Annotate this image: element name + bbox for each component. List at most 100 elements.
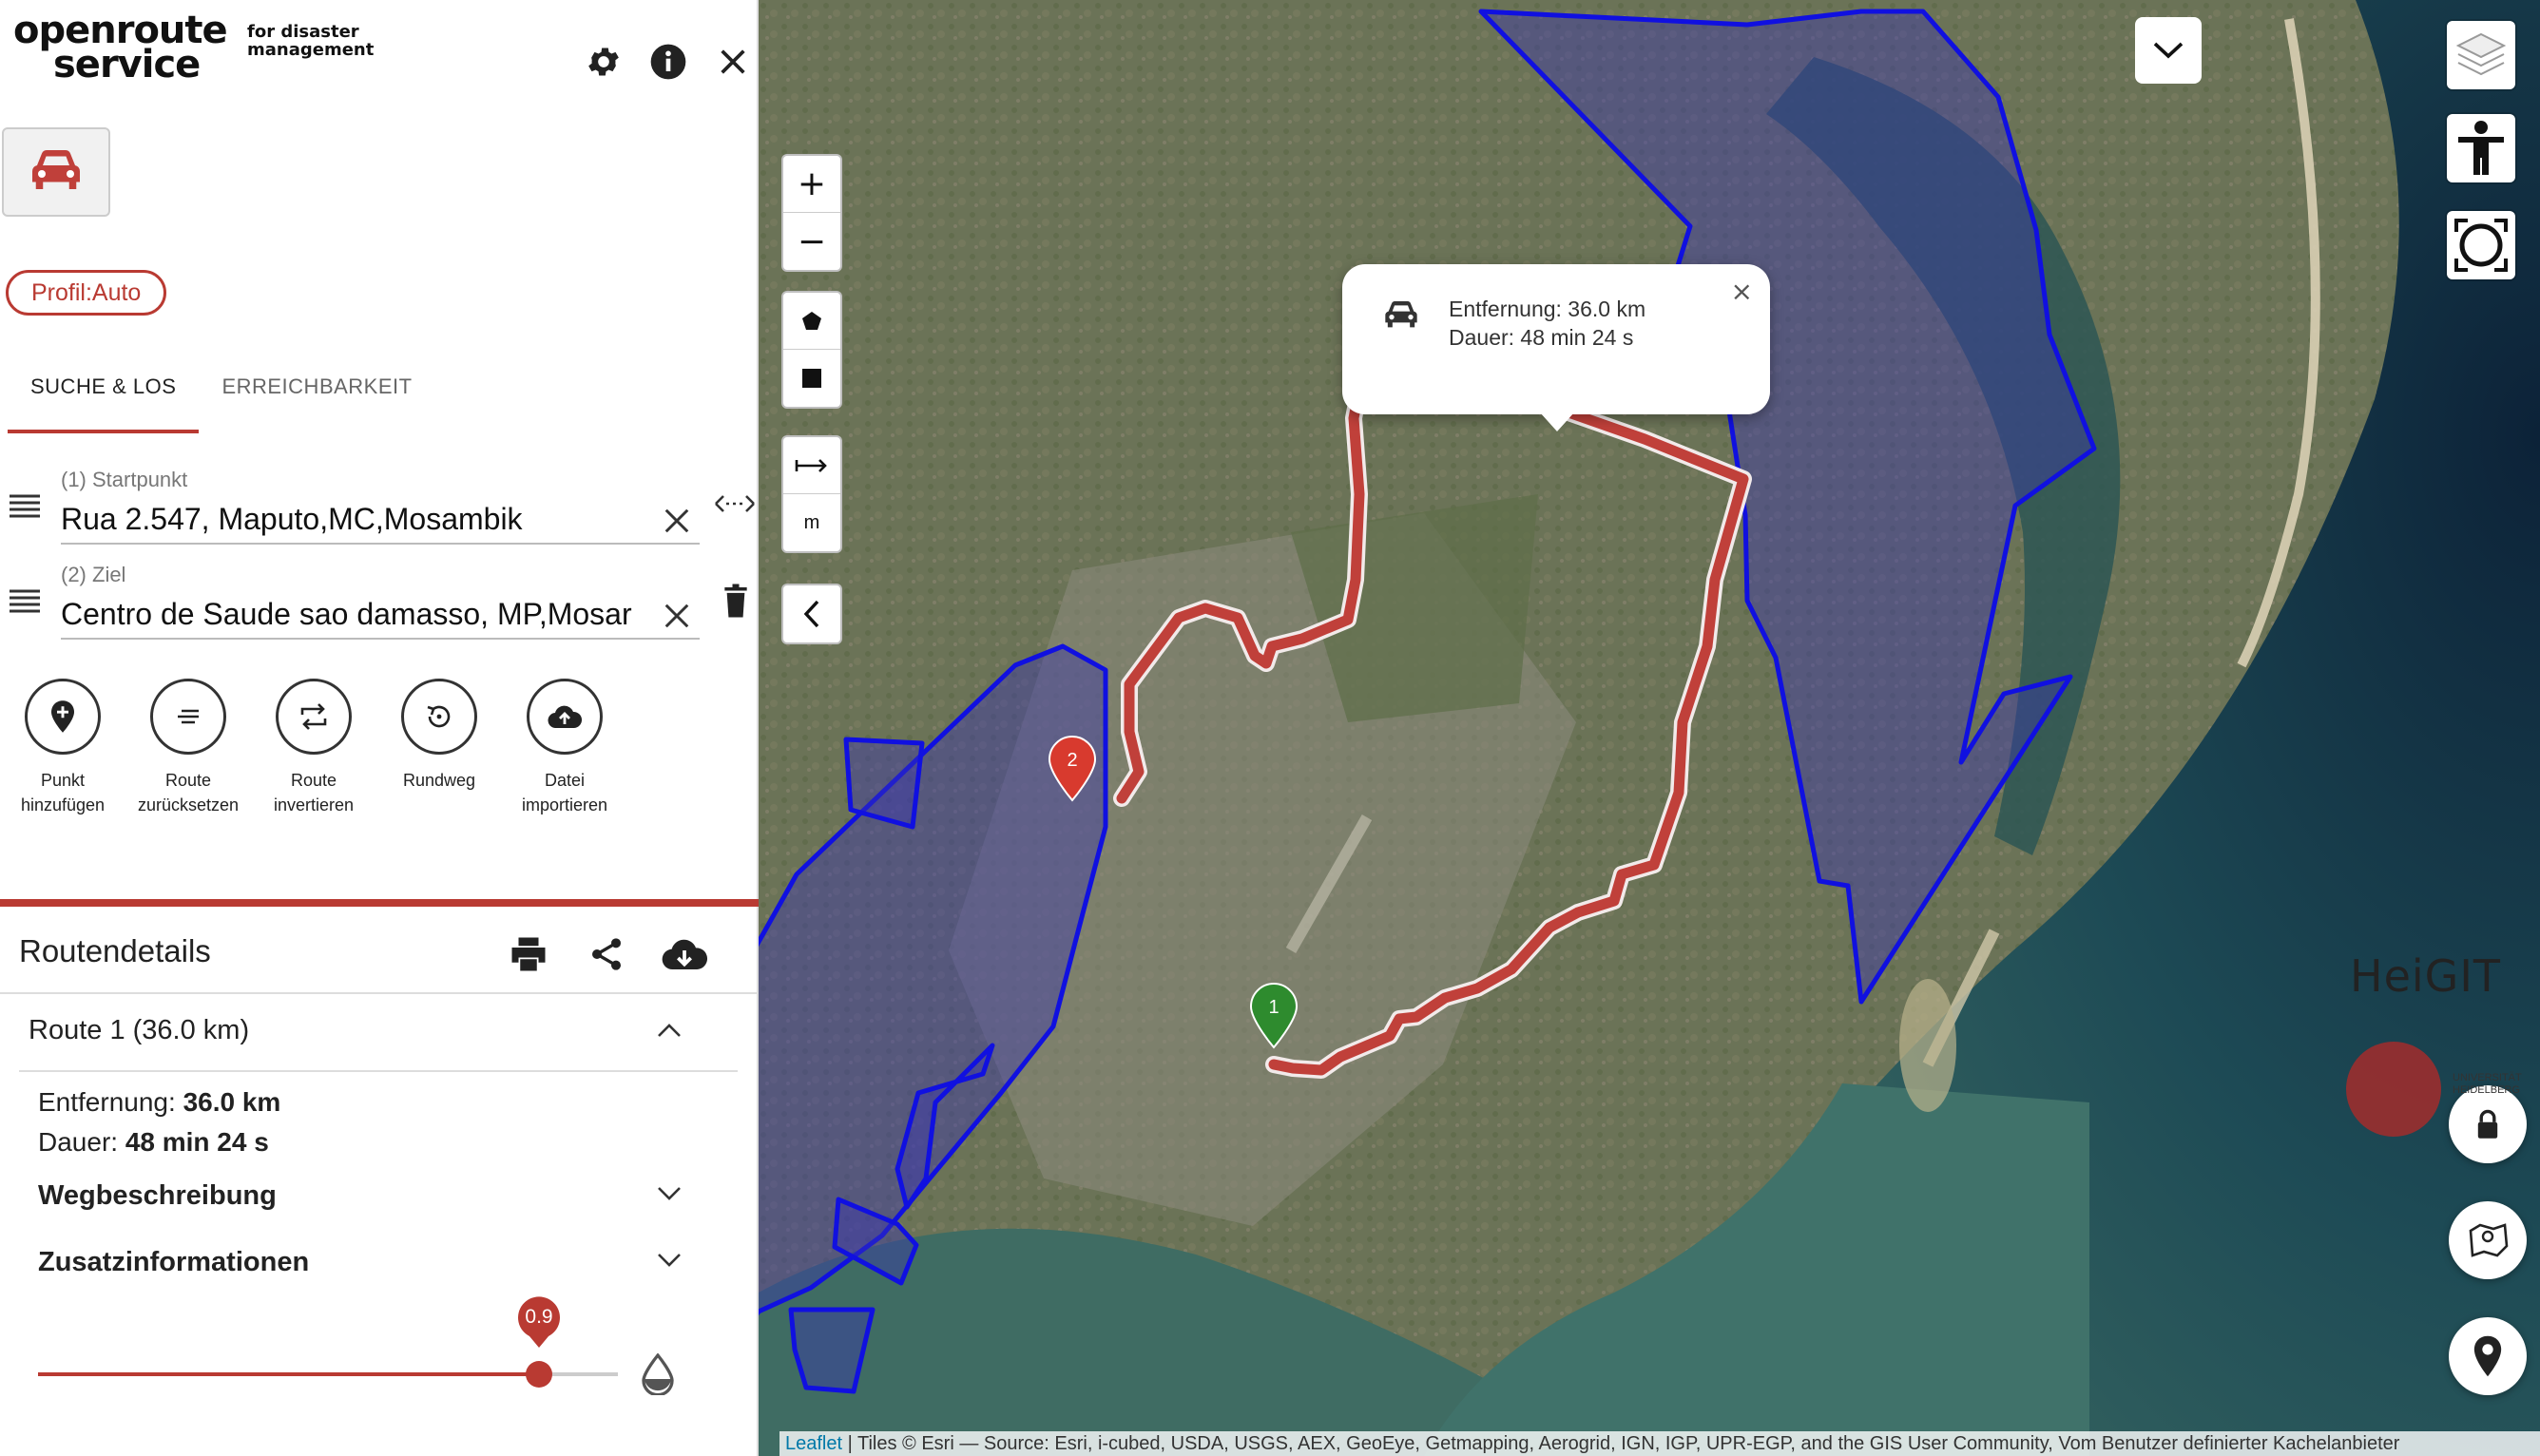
satellite-basemap <box>759 0 2540 1456</box>
tab-search-route[interactable]: SUCHE & LOS <box>8 361 200 433</box>
location-pin-icon[interactable] <box>2449 1317 2527 1395</box>
route-1-header[interactable]: Route 1 (36.0 km) <box>29 1015 249 1046</box>
reset-route-button[interactable]: Route zurücksetzen <box>125 679 251 817</box>
import-file-label: Datei importieren <box>521 771 608 814</box>
logo-subtitle: for disaster management <box>247 22 375 60</box>
opacity-slider-thumb[interactable] <box>526 1361 552 1388</box>
section-divider <box>0 899 759 907</box>
invert-route-label: Route invertieren <box>273 771 355 814</box>
clear-destination-icon[interactable] <box>658 597 696 635</box>
map-view[interactable]: 2 1 + − m Entfernung: 36.0 km Dauer: 48 … <box>759 0 2540 1456</box>
marker-destination-label: 2 <box>1067 750 1077 771</box>
chevron-up-icon[interactable] <box>650 1011 688 1049</box>
place-row-start: (1) Startpunkt <box>0 462 759 547</box>
chevron-left-icon[interactable] <box>783 585 840 642</box>
attribution-text: | Tiles © Esri — Source: Esri, i-cubed, … <box>842 1433 2400 1454</box>
chevron-down-icon[interactable] <box>650 1175 688 1213</box>
sidebar: openroute service for disaster managemen… <box>0 0 759 1456</box>
draw-rectangle-icon[interactable] <box>783 350 840 407</box>
drag-handle-icon[interactable] <box>8 489 42 523</box>
drag-handle-icon[interactable] <box>8 584 42 618</box>
map-region-icon[interactable] <box>2449 1201 2527 1279</box>
settings-gear-icon[interactable] <box>584 42 624 82</box>
fullscreen-icon[interactable] <box>2447 211 2515 279</box>
swap-icon <box>276 679 352 755</box>
profile-car-button[interactable] <box>2 127 110 217</box>
tab-reachability[interactable]: ERREICHBARKEIT <box>199 361 434 433</box>
marker-start-icon[interactable]: 1 <box>1247 981 1300 1049</box>
popup-duration: Dauer: 48 min 24 s <box>1449 325 1634 350</box>
profile-chip[interactable]: Profil:Auto <box>6 270 167 316</box>
layers-icon[interactable] <box>2447 21 2515 89</box>
zoom-control: + − <box>781 154 842 272</box>
route-actions: Punkt hinzufügen Route zurücksetzen Rout… <box>0 679 627 817</box>
roundtrip-icon <box>401 679 477 755</box>
duration-label: Dauer: <box>38 1127 119 1157</box>
start-label: (1) Startpunkt <box>61 468 188 491</box>
opacity-value: 0.9 <box>525 1306 553 1328</box>
destination-label: (2) Ziel <box>61 563 126 586</box>
route-details-title: Routendetails <box>19 933 211 968</box>
logo-line2: service <box>53 43 201 86</box>
opacity-slider[interactable]: 0.9 <box>38 1296 618 1388</box>
leaflet-link[interactable]: Leaflet <box>785 1433 842 1454</box>
university-text: UNIVERSITÄT HEIDELBERG <box>2453 1072 2522 1096</box>
opacity-drop-icon <box>639 1352 677 1397</box>
zoom-out-button[interactable]: − <box>783 213 840 270</box>
accessibility-icon[interactable] <box>2447 114 2515 182</box>
info-icon[interactable] <box>648 42 688 82</box>
add-point-label: Punkt hinzufügen <box>20 771 106 814</box>
heigit-logo: HeiGIT <box>2350 950 2501 1002</box>
distance-label: Entfernung: <box>38 1087 176 1117</box>
add-pin-icon <box>25 679 101 755</box>
popup-text: Entfernung: 36.0 km Dauer: 48 min 24 s <box>1449 295 1645 352</box>
draw-control <box>781 291 842 409</box>
car-icon <box>1382 298 1420 335</box>
app-logo: openroute service for disaster managemen… <box>13 11 374 86</box>
distance-row: Entfernung: 36.0 km <box>38 1087 280 1118</box>
cloud-download-icon[interactable] <box>662 931 707 977</box>
reset-icon <box>150 679 226 755</box>
print-icon[interactable] <box>506 931 551 977</box>
route-details-toolbar <box>506 931 707 977</box>
distance-value: 36.0 km <box>183 1087 281 1117</box>
popup-close-icon[interactable]: × <box>1731 276 1753 307</box>
swap-places-icon[interactable] <box>713 487 757 521</box>
import-file-button[interactable]: Datei importieren <box>502 679 627 817</box>
route-separator <box>19 1070 738 1072</box>
roundtrip-label: Rundweg <box>402 771 476 790</box>
map-attribution: Leaflet | Tiles © Esri — Source: Esri, i… <box>779 1431 2540 1456</box>
extra-info-header[interactable]: Zusatzinformationen <box>38 1247 309 1278</box>
chevron-down-icon[interactable] <box>650 1241 688 1279</box>
share-icon[interactable] <box>584 931 629 977</box>
draw-polygon-icon[interactable] <box>783 293 840 350</box>
scale-unit-button[interactable]: m <box>783 494 840 551</box>
opacity-slider-fill <box>38 1372 539 1376</box>
duration-value: 48 min 24 s <box>125 1127 269 1157</box>
collapse-panel-button[interactable] <box>2135 17 2202 84</box>
opacity-value-bubble: 0.9 <box>516 1296 562 1348</box>
destination-input[interactable] <box>61 597 700 640</box>
invert-route-button[interactable]: Route invertieren <box>251 679 376 817</box>
directions-header[interactable]: Wegbeschreibung <box>38 1180 277 1212</box>
add-point-button[interactable]: Punkt hinzufügen <box>0 679 125 817</box>
measure-icon[interactable] <box>783 437 840 494</box>
cloud-upload-icon <box>527 679 603 755</box>
measure-control: m <box>781 435 842 553</box>
marker-destination-icon[interactable]: 2 <box>1046 734 1099 802</box>
reset-route-label: Route zurücksetzen <box>137 771 240 814</box>
route-popup: Entfernung: 36.0 km Dauer: 48 min 24 s × <box>1342 264 1770 431</box>
car-icon <box>28 146 85 199</box>
header-icons <box>584 42 753 82</box>
trash-icon[interactable] <box>719 580 753 622</box>
roundtrip-button[interactable]: Rundweg <box>376 679 502 817</box>
lock-icon[interactable] <box>2449 1085 2527 1163</box>
tab-bar: SUCHE & LOS ERREICHBARKEIT <box>8 361 435 433</box>
popup-distance: Entfernung: 36.0 km <box>1449 297 1646 321</box>
university-seal-logo <box>2346 1042 2441 1137</box>
collapse-sidebar-control <box>781 584 842 644</box>
start-input[interactable] <box>61 502 700 545</box>
close-icon[interactable] <box>713 42 753 82</box>
zoom-in-button[interactable]: + <box>783 156 840 213</box>
clear-start-icon[interactable] <box>658 502 696 540</box>
